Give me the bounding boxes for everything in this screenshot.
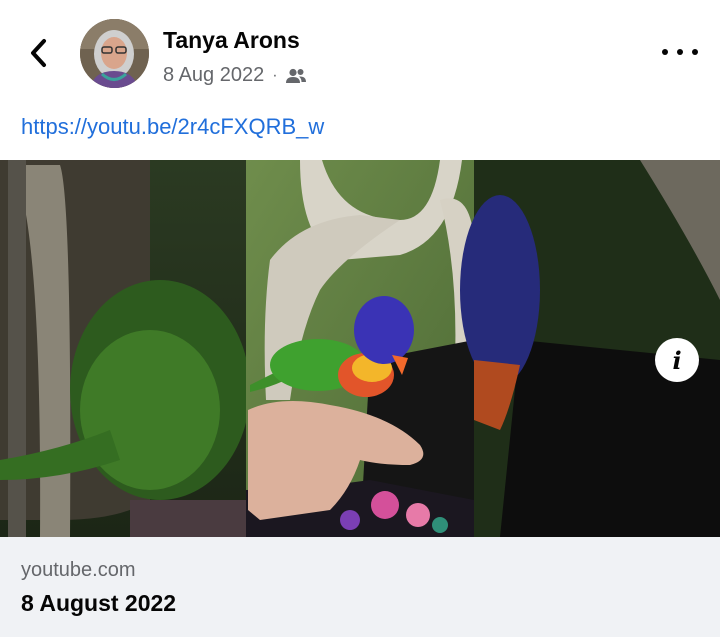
info-button[interactable]: i	[655, 338, 699, 382]
chevron-left-icon	[31, 39, 46, 67]
video-thumbnail[interactable]: i	[0, 160, 720, 537]
friends-icon	[285, 68, 306, 83]
link-preview[interactable]	[0, 537, 720, 637]
post-link[interactable]: https://youtu.be/2r4cFXQRB_w	[21, 114, 324, 140]
thumbnail-image	[0, 160, 720, 537]
more-options-button[interactable]	[662, 40, 698, 64]
preview-title[interactable]: 8 August 2022	[21, 590, 176, 617]
back-button[interactable]	[22, 36, 56, 70]
post-header: Tanya Arons 8 Aug 2022 ·	[0, 0, 720, 110]
more-horizontal-icon	[662, 49, 668, 55]
post-date[interactable]: 8 Aug 2022	[163, 64, 264, 87]
post-meta: 8 Aug 2022 ·	[163, 64, 307, 87]
avatar[interactable]	[80, 19, 149, 88]
meta-separator: ·	[272, 66, 278, 84]
preview-domain: youtube.com	[21, 559, 136, 581]
author-name[interactable]: Tanya Arons	[163, 27, 300, 54]
